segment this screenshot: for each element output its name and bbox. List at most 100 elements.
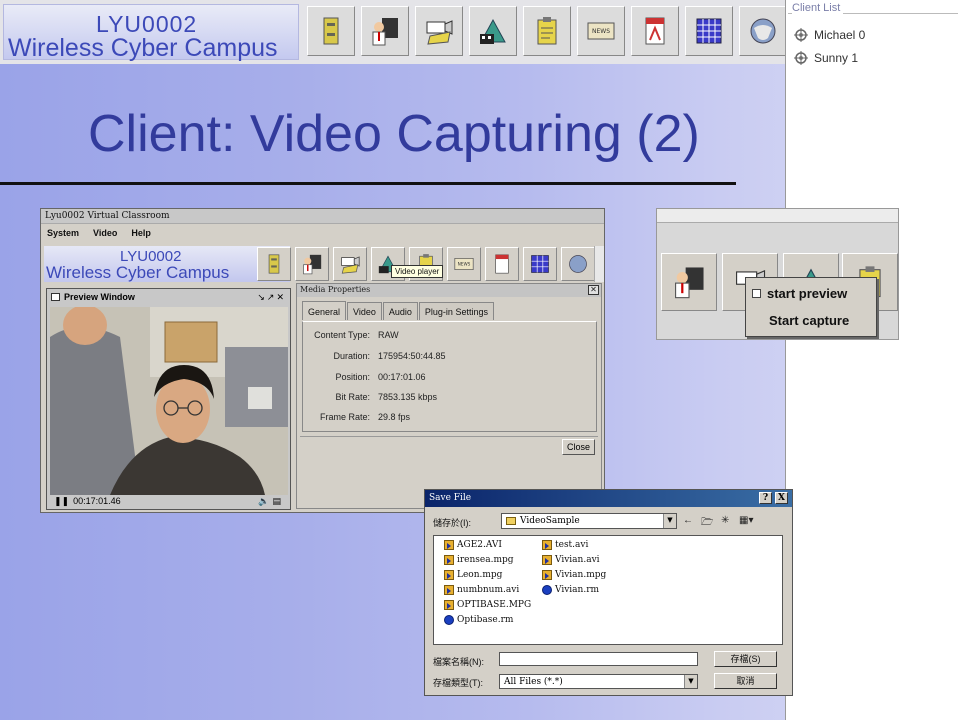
help-button[interactable]: ? — [759, 492, 772, 504]
new-folder-icon[interactable]: ✳ — [721, 515, 729, 526]
cabinet-icon[interactable] — [307, 6, 355, 56]
file-item[interactable]: Vivian.mpg — [542, 570, 606, 580]
video-file-icon — [444, 600, 454, 610]
calendar-icon[interactable] — [685, 6, 733, 56]
file-list[interactable]: AGE2.AVI irensea.mpg Leon.mpg numbnum.av… — [433, 535, 783, 645]
property-value: 175954:50:44.85 — [378, 351, 446, 361]
client-name: Michael 0 — [814, 28, 866, 42]
menu-system[interactable]: System — [47, 228, 79, 238]
volume-icon[interactable]: 🔈▤ — [258, 496, 284, 507]
file-item[interactable]: test.avi — [542, 540, 588, 550]
pdf-icon[interactable] — [485, 247, 519, 281]
media-properties-dialog: Media Properties ✕ General Video Audio P… — [296, 283, 602, 509]
tab-general[interactable]: General — [302, 301, 347, 320]
view-menu-icon[interactable]: ▦▾ — [739, 515, 753, 526]
client-name: Sunny 1 — [814, 51, 859, 65]
chevron-down-icon: ▼ — [684, 675, 697, 688]
menu-video[interactable]: Video — [93, 228, 117, 238]
title-underline — [0, 182, 736, 185]
menu-item-start-preview[interactable]: start preview — [752, 286, 847, 301]
window-controls[interactable]: ↘↗✕ — [257, 292, 286, 303]
cyber-globe-icon[interactable] — [739, 6, 787, 56]
file-item[interactable]: Leon.mpg — [444, 570, 502, 580]
tab-audio[interactable]: Audio — [382, 302, 418, 320]
webcam-video-frame — [50, 307, 288, 495]
save-in-dropdown[interactable]: VideoSample ▼ — [501, 513, 677, 529]
pdf-icon[interactable] — [631, 6, 679, 56]
realmedia-file-icon — [542, 585, 552, 595]
filetype-value: All Files (*.*) — [504, 676, 563, 687]
save-button[interactable]: 存檔(S) — [714, 651, 777, 667]
close-button[interactable]: Close — [562, 439, 595, 455]
preview-time: 00:17:01.46 — [73, 496, 121, 506]
logo-line2: Wireless Cyber Campus — [46, 263, 230, 282]
pause-icon[interactable]: ❚❚ — [54, 496, 69, 507]
client-item[interactable]: Sunny 1 — [794, 51, 858, 65]
file-item[interactable]: OPTIBASE.MPG — [444, 600, 531, 610]
close-icon[interactable]: ✕ — [588, 285, 599, 295]
video-camera-icon[interactable] — [415, 6, 463, 56]
teacher-icon[interactable] — [361, 6, 409, 56]
news-icon[interactable]: NEWS — [447, 247, 481, 281]
file-item[interactable]: Vivian.avi — [542, 555, 600, 565]
video-player-tooltip: Video player — [391, 265, 444, 278]
app-toolbar-strip: LYU0002 Wireless Cyber Campus NEWS — [0, 0, 787, 64]
virtual-classroom-window: Lyu0002 Virtual Classroom System Video H… — [40, 208, 605, 513]
file-item[interactable]: AGE2.AVI — [444, 540, 502, 550]
filetype-dropdown[interactable]: All Files (*.*) ▼ — [499, 674, 698, 689]
calendar-icon[interactable] — [523, 247, 557, 281]
menu-item-label: Start capture — [769, 313, 850, 328]
toolbar-scrollbar[interactable] — [594, 246, 604, 282]
menu-item-label: start preview — [767, 286, 848, 301]
general-tab-panel: Content Type: RAW Duration: 175954:50:44… — [302, 321, 597, 432]
svg-text:NEWS: NEWS — [458, 261, 471, 266]
menu-item-start-capture[interactable]: Start capture — [769, 313, 849, 328]
cancel-button[interactable]: 取消 — [714, 673, 777, 689]
back-arrow-icon[interactable]: ← — [683, 515, 693, 526]
file-item[interactable]: Optibase.rm — [444, 615, 513, 625]
property-value: 29.8 fps — [378, 412, 411, 422]
save-in-label: 儲存於(I): — [433, 518, 471, 528]
property-value: RAW — [378, 330, 399, 340]
teacher-icon[interactable] — [295, 247, 329, 281]
client-item[interactable]: Michael 0 — [794, 28, 865, 42]
file-item[interactable]: numbnum.avi — [444, 585, 519, 595]
slide-title: Client: Video Capturing (2) — [88, 105, 700, 163]
news-icon[interactable]: NEWS — [577, 6, 625, 56]
video-file-icon — [444, 585, 454, 595]
menu-help[interactable]: Help — [131, 228, 151, 238]
up-folder-icon[interactable]: 🗁 — [701, 515, 713, 532]
tab-plugin-settings[interactable]: Plug-in Settings — [418, 302, 494, 320]
client-list-header: Client List — [788, 0, 958, 14]
file-item[interactable]: Vivian.rm — [542, 585, 599, 595]
folder-name: VideoSample — [520, 516, 580, 526]
tab-video[interactable]: Video — [347, 302, 382, 320]
film-mountain-icon[interactable] — [469, 6, 517, 56]
tab-strip: General Video Audio Plug-in Settings — [302, 301, 495, 320]
client-list-panel: Client List Michael 0 Sunny 1 — [785, 0, 960, 720]
campus-logo: LYU0002 Wireless Cyber Campus — [3, 4, 299, 62]
video-file-icon — [542, 555, 552, 565]
video-file-icon — [444, 540, 454, 550]
clipboard-icon[interactable] — [523, 6, 571, 56]
preview-checkbox[interactable] — [752, 289, 761, 298]
realmedia-file-icon — [444, 615, 454, 625]
capture-menu-snippet: start preview Start capture — [656, 208, 899, 340]
video-camera-icon[interactable] — [333, 247, 367, 281]
network-node-icon — [794, 28, 808, 42]
menu-bar: System Video Help — [41, 224, 604, 241]
video-file-icon — [542, 570, 552, 580]
media-properties-title: Media Properties — [300, 285, 371, 294]
cyber-globe-icon[interactable] — [561, 247, 595, 281]
file-item[interactable]: irensea.mpg — [444, 555, 514, 565]
property-value: 7853.135 kbps — [378, 392, 438, 402]
cabinet-icon[interactable] — [257, 247, 291, 281]
filetype-label: 存檔類型(T): — [433, 678, 483, 688]
close-button[interactable]: X — [775, 492, 788, 504]
chevron-down-icon: ▼ — [663, 514, 676, 528]
video-file-icon — [542, 540, 552, 550]
filename-input[interactable] — [499, 652, 698, 666]
divider — [300, 436, 598, 437]
teacher-icon[interactable] — [661, 253, 717, 311]
svg-text:NEWS: NEWS — [592, 28, 610, 35]
